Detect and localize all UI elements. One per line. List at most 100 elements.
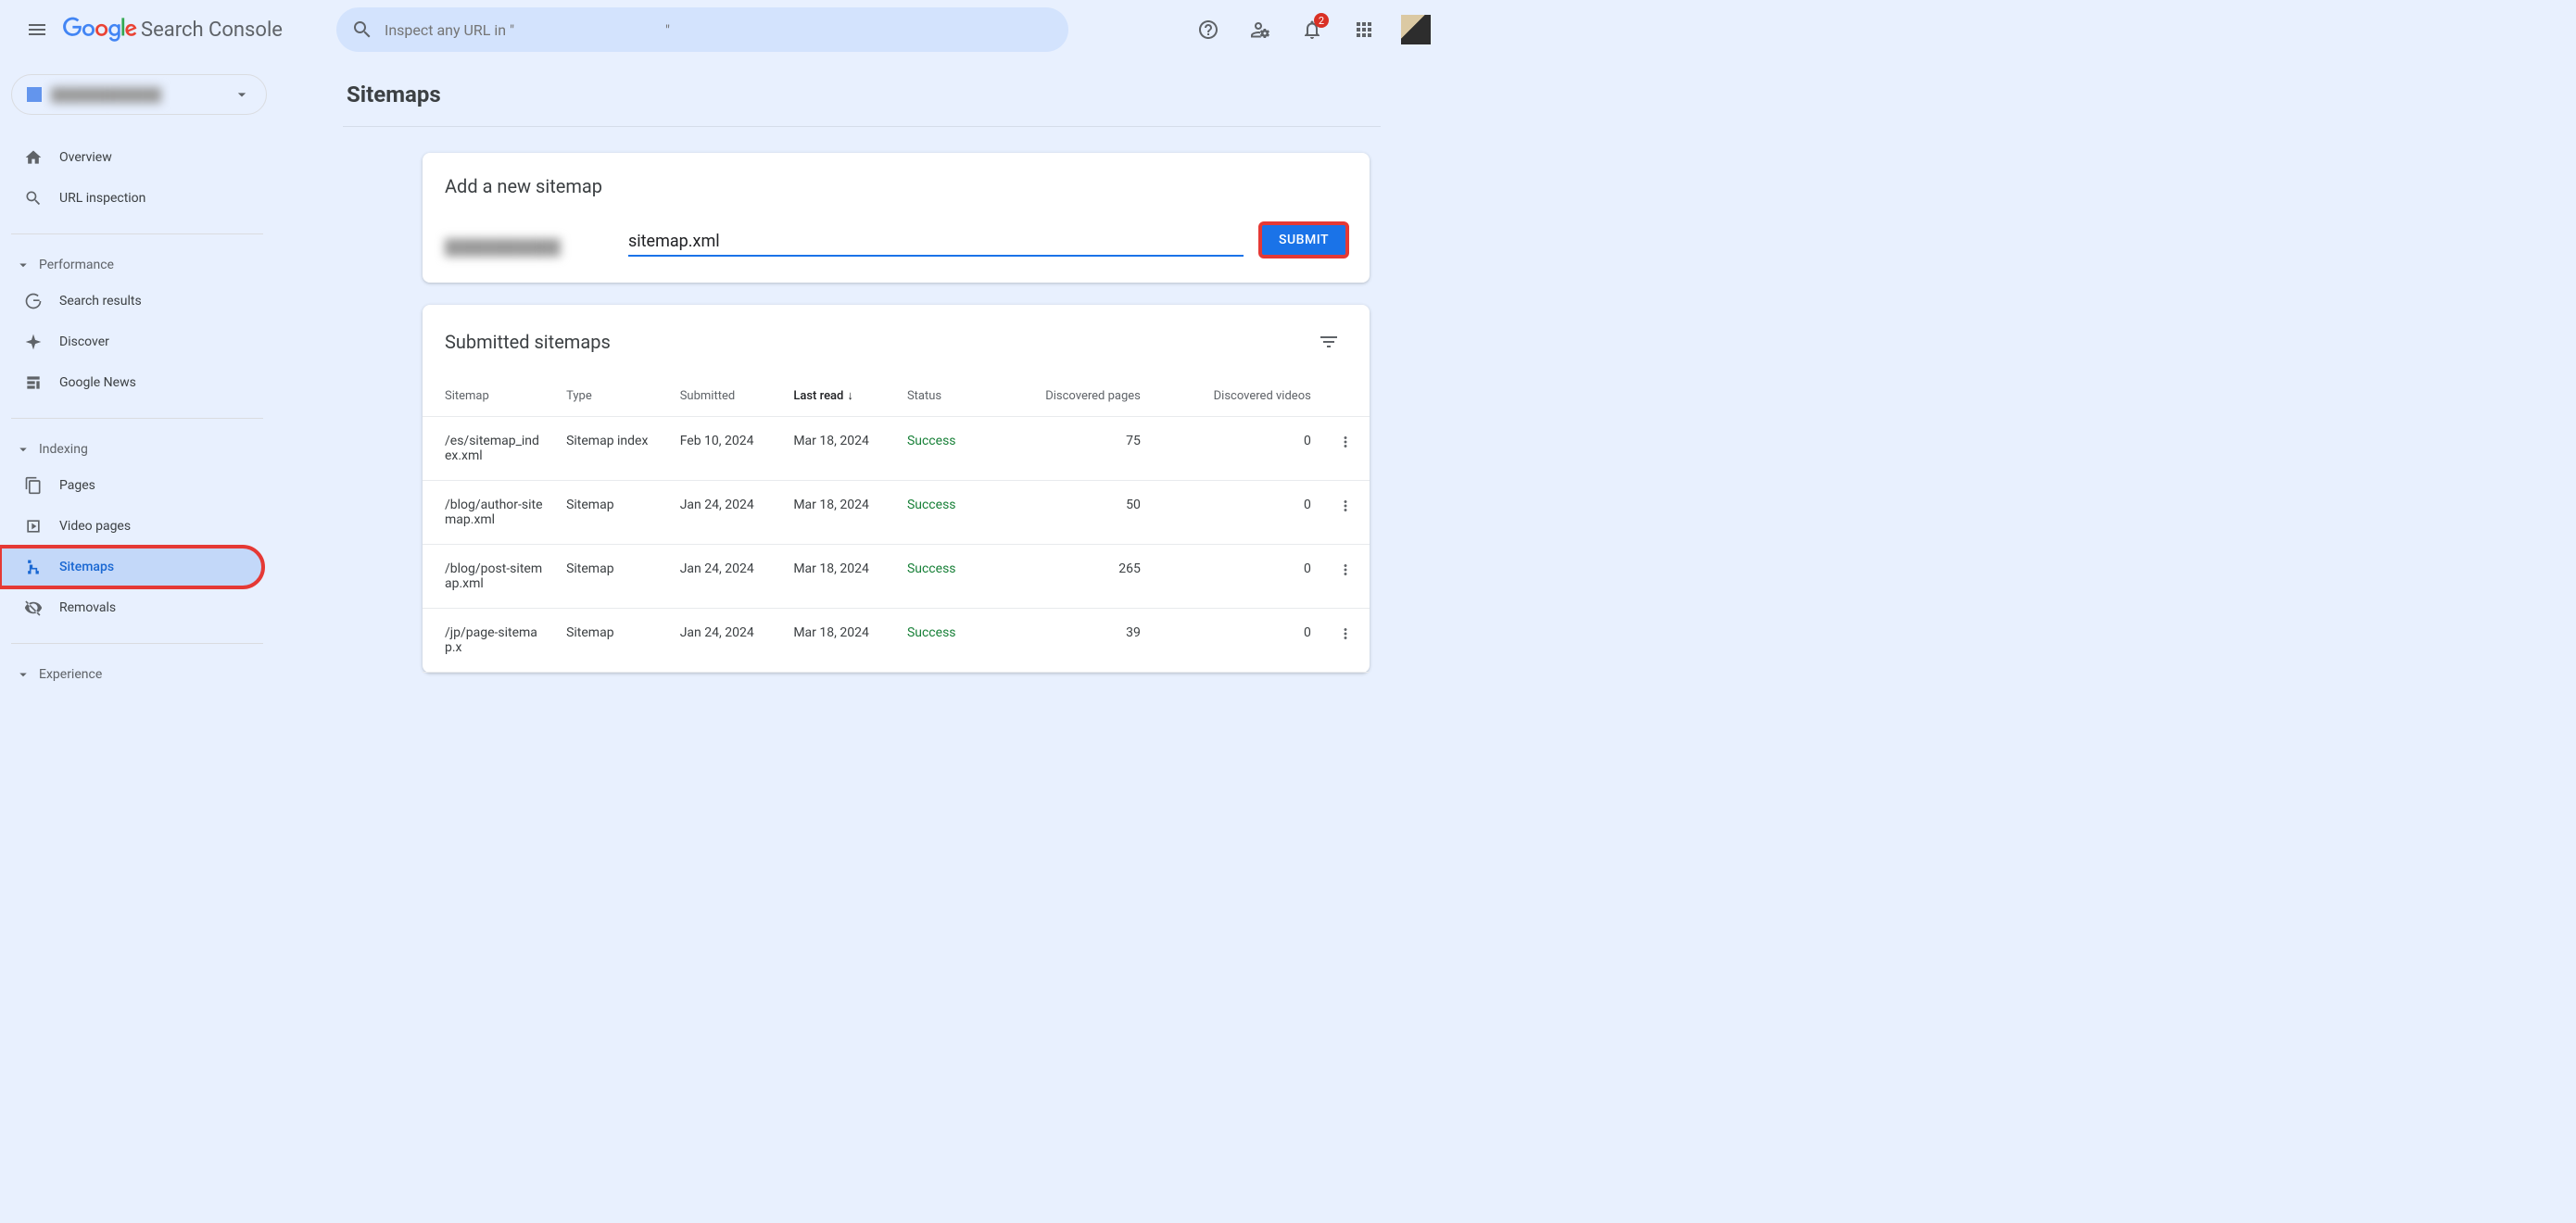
chevron-down-icon	[233, 85, 251, 104]
notifications-button[interactable]: 2	[1290, 7, 1334, 52]
cell-status: Success	[896, 545, 1010, 609]
url-inspect-search[interactable]	[336, 7, 1068, 52]
filter-button[interactable]	[1310, 323, 1347, 360]
sidebar-item-label: Overview	[59, 150, 112, 165]
cell-status: Success	[896, 481, 1010, 545]
property-icon	[27, 87, 42, 102]
col-discovered-videos[interactable]: Discovered videos	[1152, 375, 1322, 417]
cell-type: Sitemap	[555, 609, 669, 673]
google-apps-button[interactable]	[1342, 7, 1386, 52]
cell-submitted: Feb 10, 2024	[669, 417, 783, 481]
cell-sitemap: /jp/page-sitemap.x	[423, 609, 555, 673]
sidebar-item-google-news[interactable]: Google News	[0, 362, 263, 403]
sidebar: ████████████ Overview URL inspection Per…	[0, 59, 278, 690]
cell-submitted: Jan 24, 2024	[669, 609, 783, 673]
apps-grid-icon	[1353, 19, 1375, 41]
sidebar-item-removals[interactable]: Removals	[0, 587, 263, 628]
notification-count: 2	[1314, 13, 1329, 28]
sidebar-group-experience[interactable]: Experience	[0, 659, 278, 690]
cell-pages: 265	[1010, 545, 1152, 609]
main-content: Sitemaps Add a new sitemap ███████████ S…	[278, 59, 1446, 690]
pages-icon	[24, 476, 43, 495]
account-avatar[interactable]	[1401, 15, 1431, 44]
sidebar-item-url-inspection[interactable]: URL inspection	[0, 178, 263, 219]
sidebar-item-label: URL inspection	[59, 191, 145, 206]
url-inspect-input[interactable]	[385, 21, 1054, 39]
add-sitemap-title: Add a new sitemap	[445, 175, 1347, 197]
more-vert-icon[interactable]	[1337, 561, 1354, 578]
search-icon	[24, 189, 43, 208]
news-icon	[24, 373, 43, 392]
sidebar-item-label: Google News	[59, 375, 136, 390]
sidebar-group-indexing[interactable]: Indexing	[0, 434, 278, 465]
submit-sitemap-button[interactable]: SUBMIT	[1260, 223, 1347, 257]
cell-videos: 0	[1152, 417, 1322, 481]
more-vert-icon[interactable]	[1337, 625, 1354, 642]
cell-type: Sitemap index	[555, 417, 669, 481]
col-type[interactable]: Type	[555, 375, 669, 417]
sidebar-item-search-results[interactable]: Search results	[0, 281, 263, 322]
submitted-sitemaps-title: Submitted sitemaps	[445, 331, 611, 353]
cell-submitted: Jan 24, 2024	[669, 481, 783, 545]
cell-submitted: Jan 24, 2024	[669, 545, 783, 609]
help-icon	[1197, 19, 1219, 41]
app-header: Search Console 2	[0, 0, 1446, 59]
col-status[interactable]: Status	[896, 375, 1010, 417]
table-row[interactable]: /es/sitemap_index.xmlSitemap indexFeb 10…	[423, 417, 1370, 481]
property-selector[interactable]: ████████████	[11, 74, 267, 115]
sidebar-item-label: Discover	[59, 334, 109, 349]
table-row[interactable]: /blog/post-sitemap.xmlSitemapJan 24, 202…	[423, 545, 1370, 609]
col-sitemap[interactable]: Sitemap	[423, 375, 555, 417]
hamburger-menu-button[interactable]	[15, 7, 59, 52]
user-settings-icon	[1249, 19, 1271, 41]
table-row[interactable]: /jp/page-sitemap.xSitemapJan 24, 2024Mar…	[423, 609, 1370, 673]
more-vert-icon[interactable]	[1337, 498, 1354, 514]
cell-sitemap: /es/sitemap_index.xml	[423, 417, 555, 481]
sidebar-item-pages[interactable]: Pages	[0, 465, 263, 506]
property-label: ████████████	[51, 87, 233, 103]
cell-last-read: Mar 18, 2024	[782, 545, 896, 609]
filter-icon	[1318, 331, 1340, 353]
menu-icon	[26, 19, 48, 41]
submitted-sitemaps-card: Submitted sitemaps Sitemap Type Submitte…	[423, 305, 1370, 673]
home-icon	[24, 148, 43, 167]
sidebar-item-discover[interactable]: Discover	[0, 322, 263, 362]
cell-last-read: Mar 18, 2024	[782, 417, 896, 481]
sidebar-group-performance[interactable]: Performance	[0, 249, 278, 281]
cell-sitemap: /blog/post-sitemap.xml	[423, 545, 555, 609]
col-discovered-pages[interactable]: Discovered pages	[1010, 375, 1152, 417]
sitemap-url-input[interactable]	[628, 228, 1244, 257]
cell-type: Sitemap	[555, 481, 669, 545]
page-title: Sitemaps	[343, 82, 1381, 107]
google-logo-icon	[63, 17, 137, 43]
sitemap-icon	[24, 558, 43, 576]
cell-pages: 75	[1010, 417, 1152, 481]
chevron-down-icon	[15, 666, 32, 683]
sidebar-item-label: Pages	[59, 478, 95, 493]
sidebar-item-overview[interactable]: Overview	[0, 137, 263, 178]
sidebar-item-sitemaps[interactable]: Sitemaps	[0, 547, 263, 587]
help-button[interactable]	[1186, 7, 1231, 52]
sidebar-item-label: Video pages	[59, 519, 131, 534]
table-row[interactable]: /blog/author-sitemap.xmlSitemapJan 24, 2…	[423, 481, 1370, 545]
col-submitted[interactable]: Submitted	[669, 375, 783, 417]
video-icon	[24, 517, 43, 536]
product-name: Search Console	[141, 19, 283, 42]
google-g-icon	[24, 292, 43, 310]
sidebar-item-label: Search results	[59, 294, 142, 309]
more-vert-icon[interactable]	[1337, 434, 1354, 450]
add-sitemap-card: Add a new sitemap ███████████ SUBMIT	[423, 153, 1370, 283]
cell-status: Success	[896, 609, 1010, 673]
cell-status: Success	[896, 417, 1010, 481]
col-last-read[interactable]: Last read↓	[782, 375, 896, 417]
removals-icon	[24, 599, 43, 617]
sitemap-url-prefix: ███████████	[445, 238, 612, 257]
cell-videos: 0	[1152, 609, 1322, 673]
cell-pages: 50	[1010, 481, 1152, 545]
cell-sitemap: /blog/author-sitemap.xml	[423, 481, 555, 545]
cell-last-read: Mar 18, 2024	[782, 481, 896, 545]
sidebar-item-label: Sitemaps	[59, 560, 114, 574]
sidebar-item-video-pages[interactable]: Video pages	[0, 506, 263, 547]
cell-videos: 0	[1152, 545, 1322, 609]
manage-users-button[interactable]	[1238, 7, 1282, 52]
